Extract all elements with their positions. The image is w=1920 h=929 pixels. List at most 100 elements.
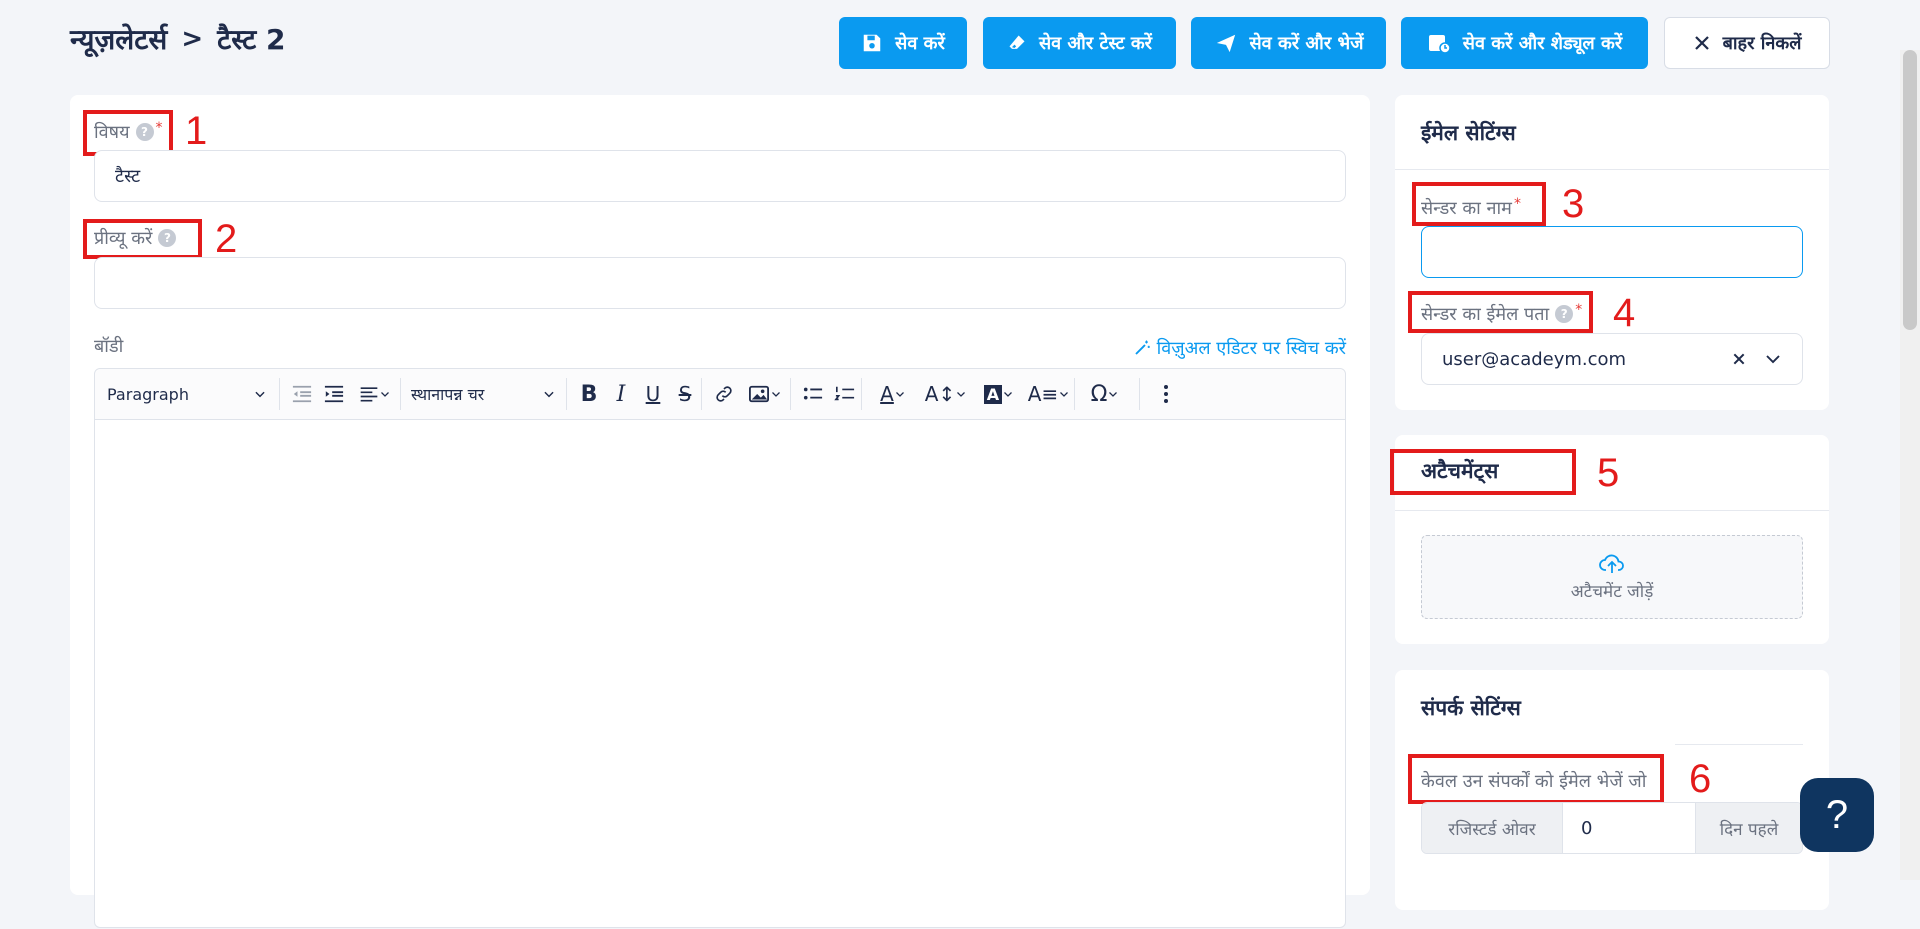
placeholder-variable-label: स्थानापन्न चर: [411, 385, 485, 404]
email-settings-title: ईमेल सेटिंग्स: [1421, 121, 1516, 145]
save-schedule-button-label: सेव करें और शेड्यूल करें: [1462, 33, 1623, 54]
special-characters-dropdown[interactable]: Ω: [1079, 376, 1131, 412]
annotation-number-1: 1: [185, 109, 208, 153]
placeholder-variable-dropdown[interactable]: स्थानापन्न चर: [401, 369, 566, 419]
clear-icon[interactable]: [1732, 352, 1746, 366]
paper-plane-icon: [1216, 34, 1235, 53]
annotation-box-6: [1408, 754, 1664, 804]
chevron-down-icon: [772, 392, 780, 397]
paragraph-format-label: Paragraph: [107, 384, 189, 404]
toolbar-divider: [1074, 378, 1075, 410]
bold-icon[interactable]: B: [573, 376, 605, 412]
bullet-list-icon[interactable]: [797, 376, 829, 412]
text-style-icon: A≡: [1027, 382, 1059, 406]
save-button-label: सेव करें: [895, 33, 945, 54]
editor-content-area[interactable]: [95, 419, 1345, 929]
numbered-list-icon[interactable]: [829, 376, 861, 412]
align-left-icon: [360, 387, 378, 402]
save-send-button[interactable]: सेव करें और भेजें: [1191, 17, 1386, 69]
font-size-icon: A↕: [924, 382, 956, 406]
eraser-icon: [1009, 35, 1025, 49]
chevron-down-icon: [957, 392, 966, 397]
chevron-down-icon[interactable]: [1764, 350, 1782, 368]
indent-icon[interactable]: [318, 376, 350, 412]
scrollbar-thumb[interactable]: [1903, 50, 1917, 330]
email-settings-card: ईमेल सेटिंग्स सेन्डर का नाम * 3 सेन्डर क…: [1395, 95, 1829, 410]
font-color-icon: A: [880, 382, 894, 406]
save-test-button[interactable]: सेव और टेस्ट करें: [983, 17, 1176, 69]
exit-button[interactable]: बाहर निकलें: [1664, 17, 1830, 69]
strikethrough-icon[interactable]: S: [669, 376, 701, 412]
magic-wand-icon: [1134, 340, 1150, 355]
italic-icon[interactable]: I: [605, 376, 637, 412]
font-size-dropdown[interactable]: A↕: [918, 376, 974, 412]
divider: [1675, 744, 1803, 745]
save-schedule-button[interactable]: सेव करें और शेड्यूल करें: [1401, 17, 1648, 69]
toolbar-divider: [566, 378, 567, 410]
preview-input[interactable]: [94, 257, 1346, 309]
annotation-box-5: [1390, 449, 1576, 495]
breadcrumb-root[interactable]: न्यूज़लेटर्स: [70, 20, 167, 58]
more-options-icon[interactable]: [1150, 376, 1182, 412]
outdent-icon[interactable]: [286, 376, 318, 412]
switch-visual-editor-link[interactable]: विज़ुअल एडिटर पर स्विच करें: [1133, 336, 1346, 360]
days-input[interactable]: 0: [1563, 803, 1695, 853]
add-attachment-dropzone[interactable]: अटैचमेंट जोड़ें: [1421, 535, 1803, 619]
toolbar-divider: [279, 378, 280, 410]
toolbar-divider: [1139, 378, 1140, 410]
add-attachment-label: अटैचमेंट जोड़ें: [1570, 581, 1654, 602]
omega-icon: Ω: [1090, 381, 1108, 407]
toolbar-divider: [861, 378, 862, 410]
page-title: टैस्ट 2: [217, 23, 286, 56]
background-color-icon: A: [983, 384, 1003, 404]
switch-visual-editor-label: विज़ुअल एडिटर पर स्विच करें: [1156, 338, 1346, 359]
save-send-button-label: सेव करें और भेजें: [1249, 33, 1364, 54]
floppy-disk-icon: [863, 34, 881, 52]
toolbar-divider: [701, 378, 702, 410]
registered-over-addon: रजिस्टर्ड ओवर: [1422, 803, 1563, 853]
question-icon: ?: [1825, 792, 1849, 837]
chevron-down-icon: [1060, 392, 1069, 397]
rich-text-editor: Paragraph स्थानापन्न चर B I U S A A↕ A A…: [94, 368, 1346, 928]
save-test-button-label: सेव और टेस्ट करें: [1038, 33, 1153, 54]
contact-settings-title: संपर्क सेटिंग्स: [1421, 696, 1521, 720]
chevron-down-icon: [895, 392, 904, 397]
annotation-number-3: 3: [1562, 182, 1585, 226]
sender-name-input[interactable]: [1421, 226, 1803, 278]
chevron-down-icon: [1004, 392, 1013, 397]
annotation-number-5: 5: [1597, 451, 1620, 495]
chevron-down-icon: [255, 391, 265, 398]
chevron-down-icon: [544, 391, 554, 398]
page-scrollbar[interactable]: [1900, 50, 1920, 880]
align-dropdown[interactable]: [350, 376, 400, 412]
editor-toolbar: Paragraph स्थानापन्न चर B I U S A A↕ A A…: [95, 369, 1345, 420]
cloud-upload-icon: [1599, 554, 1624, 573]
text-style-dropdown[interactable]: A≡: [1024, 376, 1074, 412]
image-dropdown[interactable]: [740, 376, 790, 412]
underline-icon[interactable]: U: [637, 376, 669, 412]
subject-input-value: टैस्ट: [115, 166, 141, 187]
save-button[interactable]: सेव करें: [839, 17, 967, 69]
exit-button-label: बाहर निकलें: [1722, 33, 1802, 54]
annotation-box-3: [1412, 182, 1546, 226]
link-icon[interactable]: [708, 376, 740, 412]
background-color-dropdown[interactable]: A: [974, 376, 1024, 412]
font-color-dropdown[interactable]: A: [868, 376, 918, 412]
subject-input[interactable]: टैस्ट: [94, 150, 1346, 202]
divider: [1395, 169, 1829, 170]
breadcrumb-separator: >: [181, 24, 204, 54]
newsletter-form-card: विषय ? * 1 टैस्ट प्रीव्यू करें ? 2 बॉडी …: [70, 95, 1370, 928]
chevron-down-icon: [1109, 392, 1118, 397]
paragraph-format-dropdown[interactable]: Paragraph: [95, 369, 279, 419]
annotation-number-2: 2: [215, 217, 238, 261]
sender-email-select[interactable]: user@acadeym.com: [1421, 333, 1803, 385]
calendar-clock-icon: [1428, 35, 1451, 54]
help-chat-button[interactable]: ?: [1800, 778, 1874, 852]
annotation-number-6: 6: [1689, 757, 1712, 801]
sender-email-value: user@acadeym.com: [1442, 348, 1627, 370]
chevron-down-icon: [381, 392, 389, 397]
annotation-box-2: [83, 219, 202, 259]
registered-over-group: रजिस्टर्ड ओवर 0 दिन पहले: [1421, 802, 1803, 854]
page-header: न्यूज़लेटर्स > टैस्ट 2 सेव करें सेव और ट…: [0, 0, 1920, 86]
toolbar-divider: [790, 378, 791, 410]
